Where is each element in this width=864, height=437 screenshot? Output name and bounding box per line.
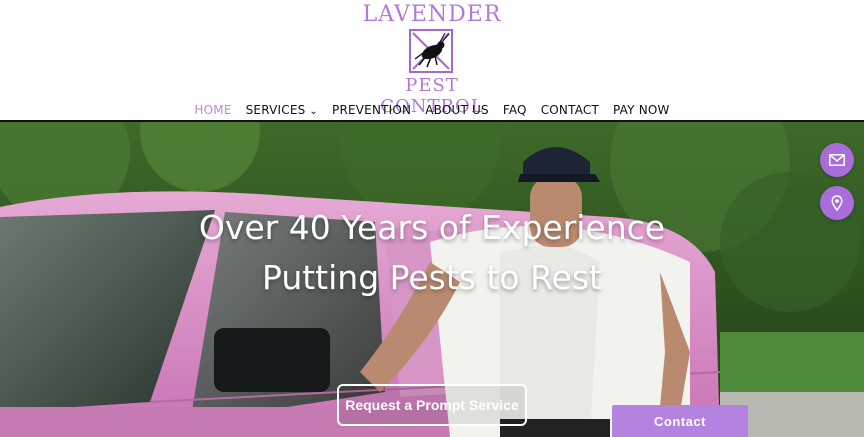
nav-pay-now[interactable]: PAY NOW	[613, 103, 670, 117]
logo[interactable]: LAVENDER PEST CONTROL	[360, 2, 504, 117]
map-pin-icon	[831, 195, 843, 211]
nav-services-label: SERVICES	[245, 103, 306, 117]
hero-headline-line2: Putting Pests to Rest	[262, 258, 602, 297]
location-float-button[interactable]	[820, 186, 854, 220]
chevron-down-icon: ⌄	[309, 106, 319, 117]
nav-about-us[interactable]: ABOUT US	[425, 103, 489, 117]
nav-contact[interactable]: CONTACT	[541, 103, 599, 117]
contact-tab-button[interactable]: Contact	[612, 405, 748, 437]
cricket-icon	[409, 29, 453, 73]
hero-banner: Over 40 Years of Experience Putting Pest…	[0, 122, 864, 437]
nav-services[interactable]: SERVICES ⌄	[246, 103, 318, 117]
email-float-button[interactable]	[820, 143, 854, 177]
nav-prevention[interactable]: PREVENTION	[332, 103, 411, 117]
hero-headline-line1: Over 40 Years of Experience	[198, 208, 666, 247]
main-nav: HOME SERVICES ⌄ PREVENTION ABOUT US FAQ C…	[0, 100, 864, 120]
nav-home[interactable]: HOME	[194, 103, 231, 117]
logo-name-top: LAVENDER	[362, 2, 502, 27]
request-service-button[interactable]: Request a Prompt Service	[337, 384, 527, 426]
envelope-icon	[829, 154, 845, 166]
nav-faq[interactable]: FAQ	[503, 103, 527, 117]
site-header: LAVENDER PEST CONTROL HOME SERVICES ⌄ PRE…	[0, 0, 864, 121]
